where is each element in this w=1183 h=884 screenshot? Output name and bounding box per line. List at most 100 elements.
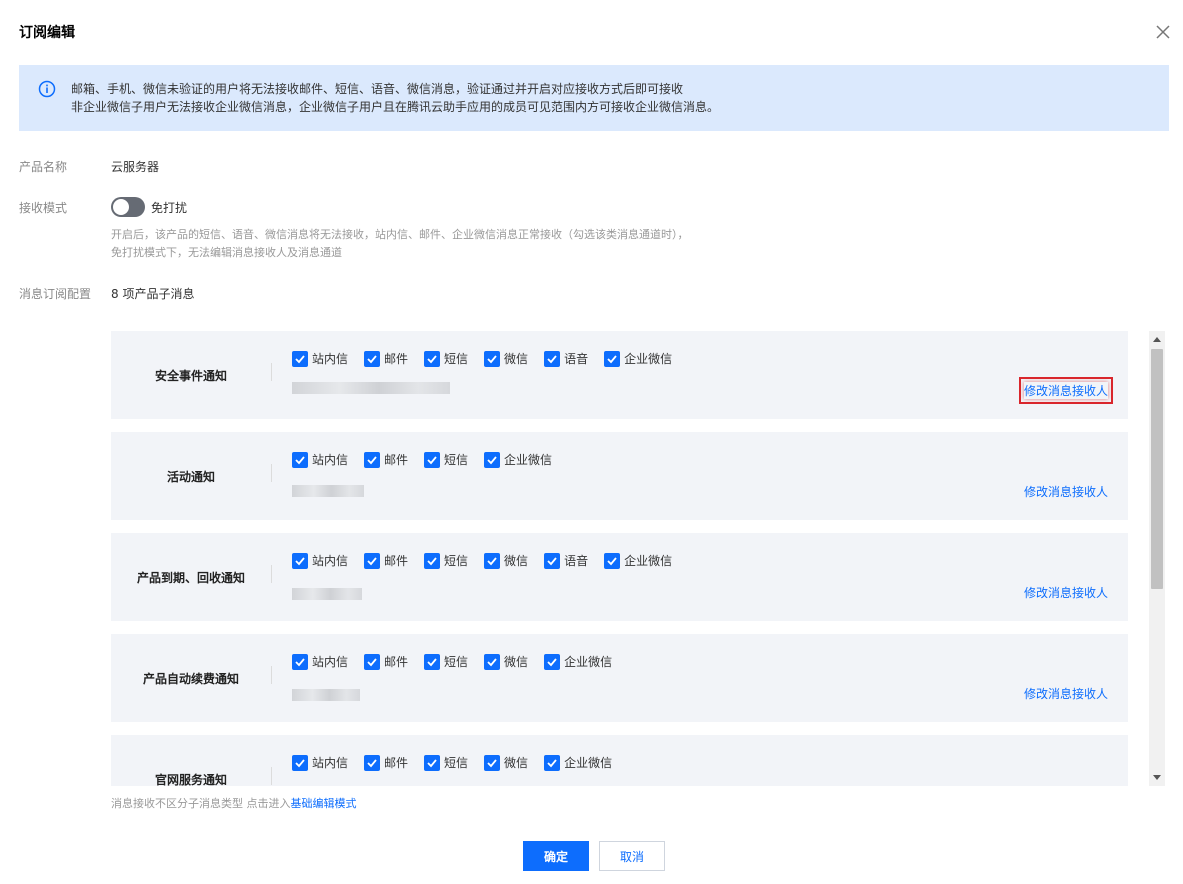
checkbox-checked-icon[interactable] xyxy=(544,754,561,771)
checkbox-checked-icon[interactable] xyxy=(484,350,501,367)
recipient-redacted xyxy=(292,382,450,394)
channel-checkbox[interactable]: 微信 xyxy=(484,653,528,670)
channel-label: 企业微信 xyxy=(504,453,553,467)
checkbox-checked-icon[interactable] xyxy=(292,552,308,569)
checkbox-checked-icon[interactable] xyxy=(364,350,381,367)
channel-label: 短信 xyxy=(444,655,469,669)
channel-checkbox[interactable]: 企业微信 xyxy=(604,350,672,367)
card-title: 产品到期、回收通知 xyxy=(136,570,245,585)
channel-checkbox[interactable]: 站内信 xyxy=(292,350,348,367)
checkbox-checked-icon[interactable] xyxy=(292,350,308,367)
notice-line-1: 邮箱、手机、微信未验证的用户将无法接收邮件、短信、语音、微信消息，验证通过并开启… xyxy=(71,82,684,96)
dnd-toggle[interactable] xyxy=(111,197,145,217)
card-title: 安全事件通知 xyxy=(154,368,227,383)
channel-label: 邮件 xyxy=(384,453,409,467)
checkbox-checked-icon[interactable] xyxy=(292,653,308,670)
channel-label: 短信 xyxy=(444,352,469,366)
channel-label: 短信 xyxy=(444,554,469,568)
channel-label: 企业微信 xyxy=(624,352,673,366)
channel-label: 邮件 xyxy=(384,554,409,568)
channel-label: 微信 xyxy=(504,352,529,366)
subscription-card: 活动通知 站内信 邮件 短信 企业微信修改消息接收人 xyxy=(111,432,1128,520)
checkbox-checked-icon[interactable] xyxy=(292,754,308,771)
channel-checkbox[interactable]: 邮件 xyxy=(364,350,408,367)
subscription-card: 安全事件通知 站内信 邮件 短信 微信 语音 企业微信修改消息接收人 xyxy=(111,331,1128,419)
modify-recipients-link[interactable]: 修改消息接收人 xyxy=(1018,377,1114,404)
channel-label: 站内信 xyxy=(312,655,349,669)
card-divider xyxy=(271,363,272,381)
channel-checkbox[interactable]: 微信 xyxy=(484,552,528,569)
confirm-button[interactable]: 确定 xyxy=(523,841,589,871)
checkbox-checked-icon[interactable] xyxy=(544,350,561,367)
close-icon[interactable] xyxy=(1151,20,1175,44)
checkbox-checked-icon[interactable] xyxy=(424,754,441,771)
checkbox-checked-icon[interactable] xyxy=(364,653,381,670)
channel-checkbox[interactable]: 邮件 xyxy=(364,653,408,670)
mode-desc-line-2: 免打扰模式下，无法编辑消息接收人及消息通道 xyxy=(111,246,342,259)
checkbox-checked-icon[interactable] xyxy=(484,451,501,468)
channel-checkbox[interactable]: 短信 xyxy=(424,552,468,569)
card-title: 活动通知 xyxy=(166,469,215,484)
checkbox-checked-icon[interactable] xyxy=(364,552,381,569)
recipient-redacted xyxy=(292,689,360,701)
info-icon xyxy=(38,80,56,98)
channel-checkbox[interactable]: 企业微信 xyxy=(544,653,612,670)
checkbox-checked-icon[interactable] xyxy=(424,451,441,468)
checkbox-checked-icon[interactable] xyxy=(424,653,441,670)
channel-checkbox[interactable]: 微信 xyxy=(484,350,528,367)
checkbox-checked-icon[interactable] xyxy=(604,350,621,367)
toggle-knob xyxy=(113,199,129,215)
product-label: 产品名称 xyxy=(19,160,68,174)
channel-checkbox[interactable]: 站内信 xyxy=(292,653,348,670)
modify-recipients-link[interactable]: 修改消息接收人 xyxy=(1024,584,1108,601)
channel-group: 站内信 邮件 短信 企业微信 xyxy=(292,451,568,468)
recipient-redacted xyxy=(292,485,364,497)
checkbox-checked-icon[interactable] xyxy=(544,653,561,670)
checkbox-checked-icon[interactable] xyxy=(424,552,441,569)
checkbox-checked-icon[interactable] xyxy=(604,552,621,569)
channel-checkbox[interactable]: 企业微信 xyxy=(484,451,552,468)
scroll-thumb[interactable] xyxy=(1151,349,1163,589)
channel-checkbox[interactable]: 企业微信 xyxy=(544,754,612,771)
config-label: 消息订阅配置 xyxy=(19,287,92,301)
cancel-button[interactable]: 取消 xyxy=(599,841,665,871)
channel-label: 站内信 xyxy=(312,453,349,467)
checkbox-checked-icon[interactable] xyxy=(364,451,381,468)
channel-checkbox[interactable]: 短信 xyxy=(424,350,468,367)
channel-checkbox[interactable]: 语音 xyxy=(544,350,588,367)
card-divider xyxy=(271,666,272,684)
card-divider xyxy=(271,565,272,583)
modify-recipients-link[interactable]: 修改消息接收人 xyxy=(1024,685,1108,702)
channel-checkbox[interactable]: 企业微信 xyxy=(604,552,672,569)
channel-checkbox[interactable]: 站内信 xyxy=(292,552,348,569)
channel-group: 站内信 邮件 短信 微信 语音 企业微信 xyxy=(292,552,688,569)
channel-checkbox[interactable]: 短信 xyxy=(424,653,468,670)
checkbox-checked-icon[interactable] xyxy=(544,552,561,569)
scroll-up-icon[interactable] xyxy=(1149,331,1165,347)
channel-checkbox[interactable]: 邮件 xyxy=(364,552,408,569)
channel-checkbox[interactable]: 站内信 xyxy=(292,754,348,771)
channel-checkbox[interactable]: 站内信 xyxy=(292,451,348,468)
subscription-list[interactable]: 安全事件通知 站内信 邮件 短信 微信 语音 企业微信 修改消息接收人 活动通知 站内信 邮件 短信企… xyxy=(111,331,1164,786)
channel-label: 语音 xyxy=(564,554,589,568)
scrollbar[interactable] xyxy=(1149,331,1165,786)
channel-group: 站内信 邮件 短信 微信 语音 企业微信 xyxy=(292,350,688,367)
checkbox-checked-icon[interactable] xyxy=(424,350,441,367)
mode-label: 接收模式 xyxy=(19,201,68,215)
checkbox-checked-icon[interactable] xyxy=(364,754,381,771)
modify-recipients-link[interactable]: 修改消息接收人 xyxy=(1024,483,1108,500)
basic-edit-mode-link[interactable]: 基础编辑模式 xyxy=(291,797,357,810)
channel-checkbox[interactable]: 微信 xyxy=(484,754,528,771)
checkbox-checked-icon[interactable] xyxy=(484,754,501,771)
channel-checkbox[interactable]: 语音 xyxy=(544,552,588,569)
channel-checkbox[interactable]: 邮件 xyxy=(364,754,408,771)
scroll-down-icon[interactable] xyxy=(1149,770,1165,786)
checkbox-checked-icon[interactable] xyxy=(484,653,501,670)
channel-group: 站内信 邮件 短信 微信 企业微信 xyxy=(292,754,628,771)
channel-checkbox[interactable]: 邮件 xyxy=(364,451,408,468)
channel-checkbox[interactable]: 短信 xyxy=(424,754,468,771)
checkbox-checked-icon[interactable] xyxy=(292,451,308,468)
checkbox-checked-icon[interactable] xyxy=(484,552,501,569)
dnd-toggle-label: 免打扰 xyxy=(151,201,188,215)
channel-checkbox[interactable]: 短信 xyxy=(424,451,468,468)
